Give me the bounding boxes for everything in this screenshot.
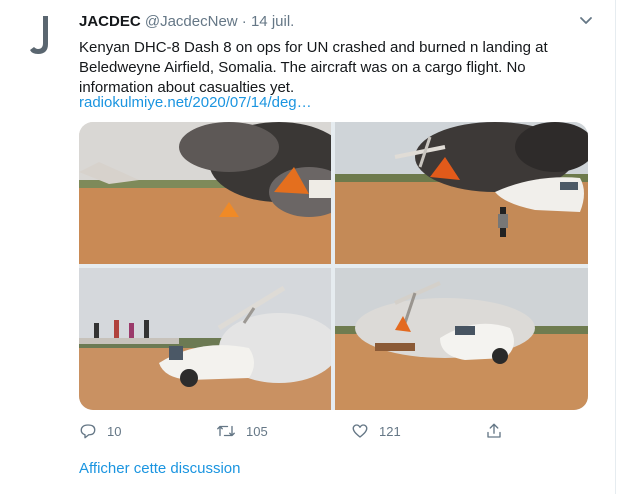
- crash-photo-wreckage-smoke[interactable]: [335, 122, 588, 264]
- retweet-icon: [217, 425, 235, 437]
- photo-icon: [79, 122, 331, 264]
- crash-photo-wreckage-side[interactable]: [335, 268, 588, 410]
- reply-count: 10: [107, 423, 122, 439]
- photo-icon: [335, 122, 588, 264]
- show-thread-link[interactable]: Afficher cette discussion: [79, 460, 240, 477]
- header-separator: ·: [241, 13, 247, 30]
- tweet-actions: 10 105 121: [79, 420, 509, 442]
- media-grid: [79, 122, 588, 410]
- reply-button[interactable]: 10: [79, 420, 121, 442]
- like-button[interactable]: 121: [351, 420, 401, 442]
- tweet-card[interactable]: JACDEC @JacdecNew · 14 juil. Kenyan DHC-…: [0, 0, 616, 494]
- retweet-count: 105: [246, 423, 268, 439]
- reply-icon: [80, 424, 96, 439]
- retweet-button[interactable]: 105: [216, 420, 268, 442]
- author-name[interactable]: JACDEC: [79, 13, 141, 30]
- share-button[interactable]: [485, 420, 513, 442]
- chevron-down-icon[interactable]: [579, 16, 593, 26]
- crash-photo-fire-wide[interactable]: [79, 122, 331, 264]
- jacdec-logo-icon: [30, 16, 48, 54]
- tweet-header: JACDEC @JacdecNew · 14 juil.: [79, 13, 575, 31]
- tweet-text: Kenyan DHC-8 Dash 8 on ops for UN crashe…: [79, 39, 548, 96]
- avatar[interactable]: [22, 12, 62, 58]
- crash-photo-bystanders[interactable]: [79, 268, 331, 410]
- tweet-date[interactable]: 14 juil.: [251, 13, 294, 30]
- share-icon: [487, 423, 501, 438]
- photo-icon: [79, 268, 331, 410]
- photo-icon: [335, 268, 588, 410]
- tweet-link[interactable]: radiokulmiye.net/2020/07/14/deg…: [79, 93, 312, 113]
- author-handle[interactable]: @JacdecNew: [145, 13, 238, 30]
- heart-icon: [352, 424, 368, 438]
- like-count: 121: [379, 423, 401, 439]
